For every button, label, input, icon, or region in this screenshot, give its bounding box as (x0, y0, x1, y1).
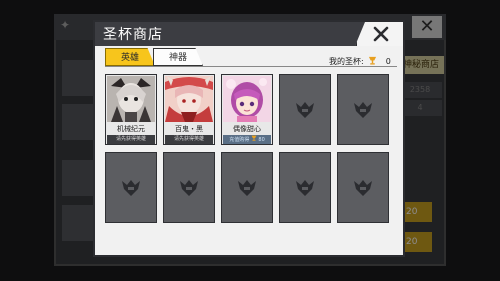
hero-card-idol[interactable]: 偶像甜心 充值购得 80 (221, 74, 273, 145)
hero-price: 80 (258, 137, 265, 143)
hero-status-text: 充值购得 (229, 137, 250, 143)
hero-name: 偶像甜心 (233, 125, 261, 133)
hero-name: 机械纪元 (117, 125, 145, 133)
empty-slot (221, 152, 273, 223)
hero-status: 请先获得英雄 (107, 135, 155, 144)
empty-slot (279, 74, 331, 145)
empty-slot (105, 152, 157, 223)
locked-emblem-icon (354, 101, 372, 118)
empty-slot (337, 74, 389, 145)
dialog-title: 圣杯商店 (103, 27, 163, 43)
close-icon (373, 26, 389, 42)
locked-emblem-icon (238, 179, 256, 196)
hero-name: 百鬼・黑 (175, 125, 203, 133)
grail-balance-value: 0 (385, 57, 391, 66)
hero-portrait (165, 76, 213, 122)
grail-balance: 我的圣杯: 0 (329, 56, 391, 67)
empty-slot (163, 152, 215, 223)
locked-emblem-icon (296, 101, 314, 118)
tab-heroes[interactable]: 英雄 (105, 48, 155, 66)
locked-emblem-icon (354, 179, 372, 196)
tab-artifacts[interactable]: 神器 (153, 48, 203, 66)
empty-slot (279, 152, 331, 223)
empty-slot (337, 152, 389, 223)
grail-shop-dialog: 圣杯商店 英雄 神器 我的圣杯: 0 机械纪元 请先获得英雄 百鬼・黑 请先获得… (93, 20, 405, 257)
hero-card-oni[interactable]: 百鬼・黑 请先获得英雄 (163, 74, 215, 145)
grail-balance-label: 我的圣杯: (329, 57, 364, 66)
locked-emblem-icon (296, 179, 314, 196)
hero-status: 充值购得 80 (223, 135, 271, 144)
locked-emblem-icon (122, 179, 140, 196)
locked-emblem-icon (180, 179, 198, 196)
hero-status: 请先获得英雄 (165, 135, 213, 144)
hero-portrait (223, 76, 271, 122)
grail-icon (368, 56, 377, 67)
hero-card-mecha[interactable]: 机械纪元 请先获得英雄 (105, 74, 157, 145)
hero-portrait (107, 76, 155, 122)
